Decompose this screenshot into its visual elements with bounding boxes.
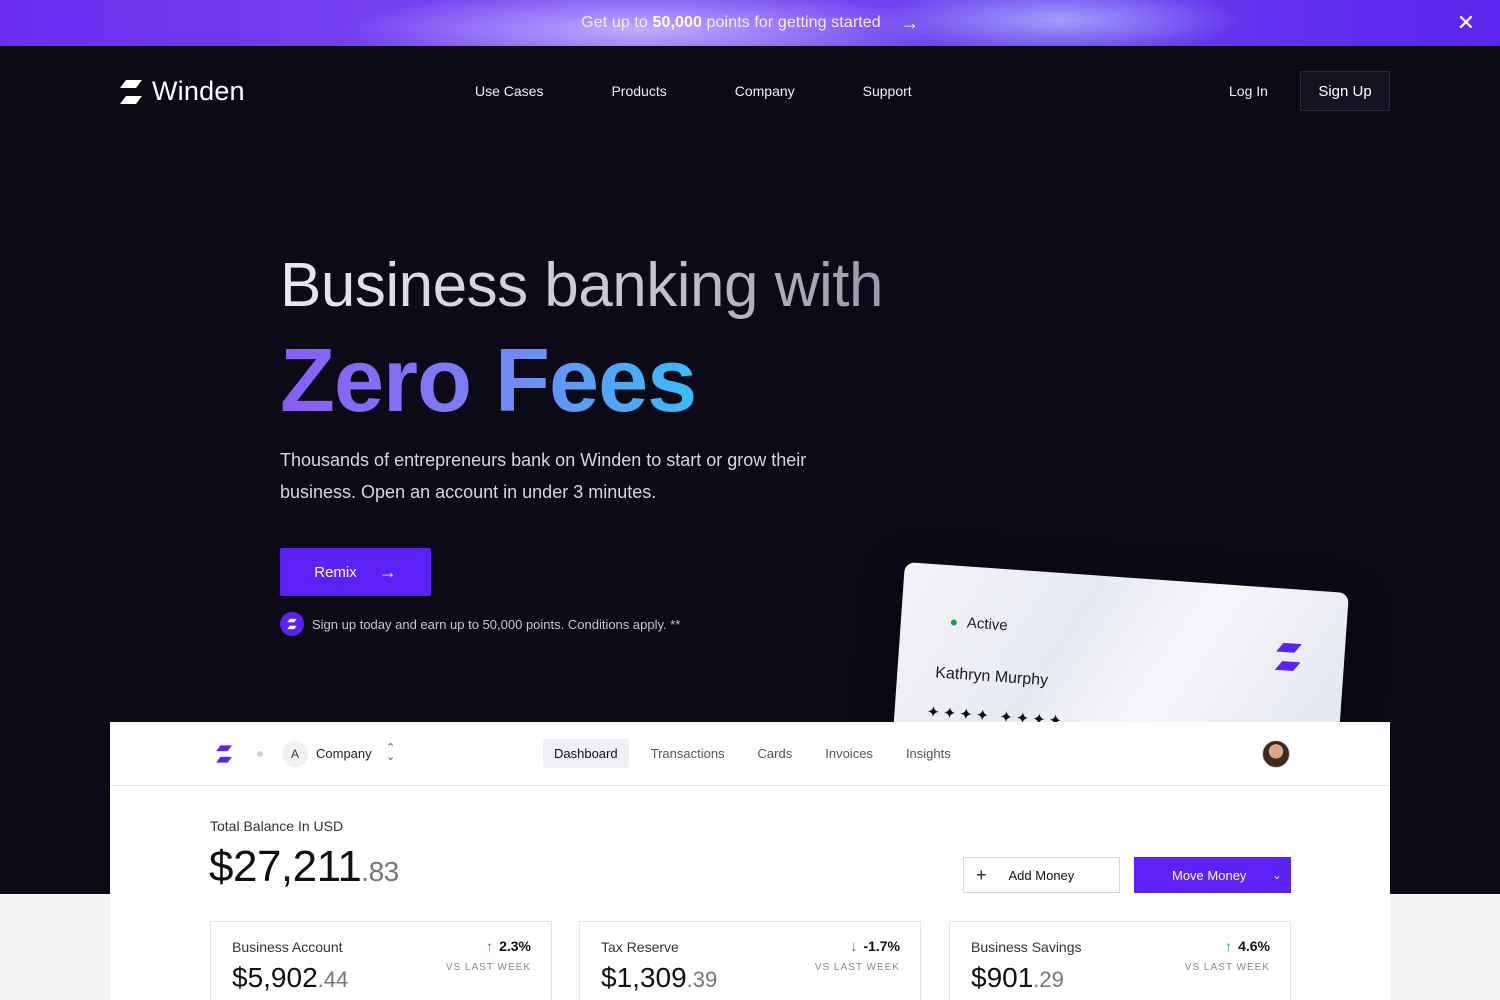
remix-button[interactable]: Remix → [280, 548, 431, 596]
login-link[interactable]: Log In [1229, 83, 1268, 99]
account-change-value: 2.3% [499, 938, 531, 954]
account-card-business[interactable]: Business Account $5,902.44 ↑ 2.3% VS LAST… [210, 921, 552, 1000]
arrow-right-icon: → [378, 561, 397, 582]
close-icon[interactable]: ✕ [1454, 11, 1478, 35]
account-balance: $1,309.39 [601, 962, 717, 994]
winden-logo-icon[interactable] [214, 744, 234, 764]
account-name: Business Savings [971, 939, 1082, 955]
announcement-bar[interactable]: Get up to 50,000 points for getting star… [0, 0, 1500, 46]
chevron-down-icon[interactable]: ⌄ [1272, 869, 1281, 882]
tab-insights[interactable]: Insights [895, 739, 962, 768]
total-balance: $27,211.83 [209, 842, 399, 892]
announcement-prefix: Get up to [581, 14, 653, 31]
nav-links: Use Cases Products Company Support [475, 83, 980, 99]
add-money-label: Add Money [1008, 867, 1075, 883]
dashboard-tabs: Dashboard Transactions Cards Invoices In… [543, 739, 973, 768]
announcement-text[interactable]: Get up to 50,000 points for getting star… [581, 14, 881, 32]
separator-dot [257, 751, 263, 757]
signup-note-text: Sign up today and earn up to 50,000 poin… [312, 616, 681, 632]
account-balance-cents: .44 [317, 967, 349, 992]
dashboard-preview: A Company ⌃ ⌄ Dashboard Transactions Card… [110, 722, 1390, 1000]
arrow-down-icon: ↓ [850, 938, 858, 954]
chevron-up-down-icon[interactable]: ⌃ ⌄ [386, 743, 395, 763]
card-status: Active [950, 613, 1008, 634]
winden-logo-icon [1274, 642, 1302, 672]
account-name: Business Account [232, 939, 343, 955]
account-period: VS LAST WEEK [1184, 962, 1270, 973]
hero-subtitle: Thousands of entrepreneurs bank on Winde… [280, 450, 807, 502]
move-money-label: Move Money [1172, 867, 1247, 883]
arrow-up-icon: ↑ [1225, 938, 1233, 954]
account-balance-whole: $1,309 [601, 962, 687, 993]
account-balance-whole: $901 [971, 962, 1034, 993]
account-balance: $5,902.44 [232, 962, 348, 994]
tab-dashboard[interactable]: Dashboard [543, 739, 629, 768]
balance-cents: .83 [361, 856, 399, 887]
hero-headline: Business banking with [280, 251, 883, 320]
account-change: ↓ -1.7% [850, 938, 900, 954]
account-change: ↑ 4.6% [1225, 938, 1270, 954]
dashboard-header: A Company ⌃ ⌄ Dashboard Transactions Card… [110, 722, 1390, 786]
announcement-highlight: 50,000 [652, 14, 702, 31]
nav-link-products[interactable]: Products [611, 83, 666, 99]
account-change-value: 4.6% [1238, 938, 1270, 954]
account-period: VS LAST WEEK [445, 962, 531, 973]
user-avatar[interactable] [1262, 740, 1290, 768]
company-avatar[interactable]: A [282, 741, 308, 767]
announcement-suffix: points for getting started [702, 14, 881, 31]
add-money-button[interactable]: + Add Money [963, 857, 1120, 893]
account-card-tax[interactable]: Tax Reserve $1,309.39 ↓ -1.7% VS LAST WEE… [579, 921, 921, 1000]
account-balance-whole: $5,902 [232, 962, 318, 993]
nav-link-support[interactable]: Support [863, 83, 912, 99]
account-balance-cents: .39 [686, 967, 718, 992]
move-money-button[interactable]: Move Money ⌄ [1134, 857, 1291, 893]
company-name[interactable]: Company [316, 746, 372, 761]
brand-logo[interactable]: Winden [118, 76, 245, 107]
tab-cards[interactable]: Cards [747, 739, 804, 768]
signup-note: Sign up today and earn up to 50,000 poin… [280, 612, 680, 636]
tab-transactions[interactable]: Transactions [640, 739, 736, 768]
balance-label: Total Balance In USD [210, 818, 344, 834]
status-dot-icon [950, 618, 958, 626]
account-change: ↑ 2.3% [486, 938, 531, 954]
arrow-up-icon: ↑ [486, 938, 494, 954]
arrow-right-icon[interactable]: → [901, 13, 919, 34]
plus-icon: + [976, 864, 987, 885]
account-change-value: -1.7% [863, 938, 900, 954]
card-holder: Kathryn Murphy [934, 664, 1049, 690]
hero-accent: Zero Fees [280, 331, 697, 431]
tab-invoices[interactable]: Invoices [814, 739, 884, 768]
account-name: Tax Reserve [601, 939, 679, 955]
winden-logo-icon [120, 79, 142, 104]
nav-link-company[interactable]: Company [735, 83, 795, 99]
top-nav: Winden Use Cases Products Company Suppor… [0, 46, 1500, 136]
account-balance: $901.29 [971, 962, 1064, 994]
nav-link-use-cases[interactable]: Use Cases [475, 83, 543, 99]
account-card-savings[interactable]: Business Savings $901.29 ↑ 4.6% VS LAST W… [949, 921, 1291, 1000]
winden-logo-icon [280, 612, 304, 636]
account-period: VS LAST WEEK [814, 962, 900, 973]
brand-name: Winden [152, 76, 245, 106]
signup-button[interactable]: Sign Up [1300, 71, 1390, 111]
remix-label: Remix [314, 563, 357, 581]
card-status-text: Active [966, 614, 1009, 635]
account-balance-cents: .29 [1033, 967, 1064, 992]
balance-whole: $27,211 [209, 842, 362, 891]
